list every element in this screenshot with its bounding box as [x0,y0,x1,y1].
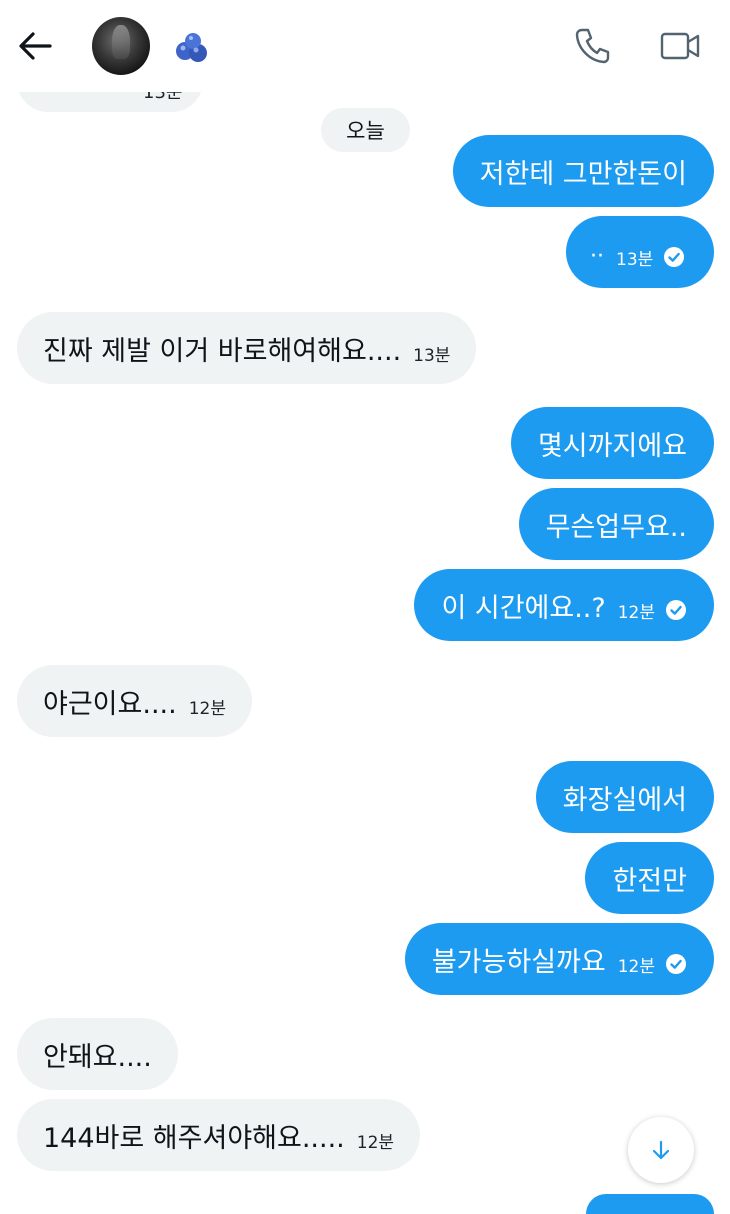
message-time: 13분 [413,345,451,366]
outgoing-message[interactable]: 화장실에서 [535,761,714,833]
chat-header [0,0,730,92]
message-text: 몇시까지에요 [537,430,687,462]
read-check-icon [664,247,685,267]
message-time: 12분 [617,956,655,977]
outgoing-message[interactable]: 이 시간에요..? 12분 [414,569,714,641]
message-text: 화장실에서 [562,784,687,816]
read-check-icon [666,954,686,974]
incoming-message[interactable]: 진짜 제발 이거 바로해여해요.... 13분 [17,312,477,384]
message-text: 저한테 그만한돈이 [479,158,687,190]
outgoing-message[interactable]: 몇시까지에요 [510,407,714,479]
message-meta: 12분 [618,598,687,623]
message-text: 안돼요.... [43,1041,152,1073]
incoming-message[interactable]: 안돼요.... [17,1018,178,1090]
back-arrow-icon[interactable] [16,28,56,64]
message-time: 12분 [188,698,226,719]
message-time: 12분 [356,1132,395,1153]
message-text: 무슨업무요.. [545,511,687,543]
arrow-down-icon [652,1140,670,1160]
blueberry-icon [176,33,207,62]
phone-icon[interactable] [574,26,610,64]
read-check-icon [666,600,686,620]
incoming-message[interactable]: 야근이요.... 12분 [17,665,252,737]
message-meta: 12분 [618,952,687,977]
video-camera-icon[interactable] [660,30,700,62]
outgoing-message[interactable]: 저한테 그만한돈이 [452,135,714,207]
message-text: ·· [590,243,604,269]
day-separator: 오늘 [321,108,410,152]
scroll-to-bottom-button[interactable] [628,1117,694,1183]
message-text: 144바로 해주셔야해요..... [43,1122,345,1154]
incoming-message[interactable]: 144바로 해주셔야해요..... 12분 [17,1099,421,1171]
outgoing-message[interactable]: 한전만 [585,842,714,914]
outgoing-message[interactable]: ·· 13분 [566,216,714,288]
message-text: 불가능하실까요 [431,946,606,978]
avatar[interactable] [92,17,150,75]
message-text: 야근이요.... [43,688,177,720]
message-text: 이 시간에요..? [441,592,606,624]
message-meta: 13분 [616,245,685,270]
outgoing-message[interactable]: 불가능하실까요 12분 [404,923,714,995]
outgoing-message[interactable]: 무슨업무요.. [518,488,714,560]
outgoing-message-partial [586,1194,714,1214]
message-time: 13분 [616,249,654,270]
message-text: 한전만 [612,865,687,897]
message-time: 12분 [617,602,655,623]
message-text: 진짜 제발 이거 바로해여해요.... [43,335,402,367]
